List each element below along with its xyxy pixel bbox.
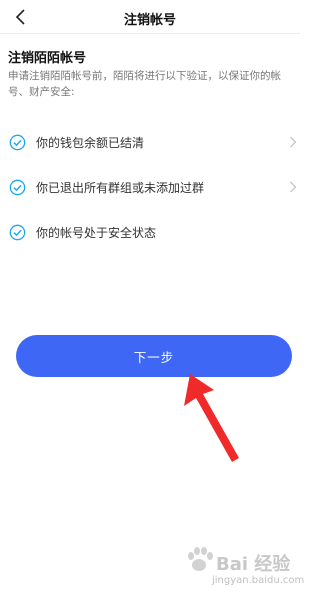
checklist-item-label: 你的钱包余额已结清 [36,135,145,150]
checklist-item-account-security: 你的帐号处于安全状态 [0,219,300,245]
checklist-item-wallet[interactable]: 你的钱包余额已结清 [0,129,300,155]
chevron-right-icon [290,181,297,193]
check-circle-icon [9,134,26,150]
checklist-item-label: 你已退出所有群组或未添加过群 [36,180,205,195]
section-title: 注销陌陌帐号 [8,51,87,66]
red-arrow-annotation [184,374,239,462]
watermark-url: jingyan.baidu.com [212,575,305,586]
chevron-right-icon [290,136,297,148]
paw-logo-icon [188,547,213,571]
section-description: 申请注销陌陌帐号前，陌陌将进行以下验证，以保证你的帐号、财产安全: [8,70,281,98]
watermark-logo-text: Bai 经验 [216,554,291,575]
page-title: 注销帐号 [123,13,176,28]
next-step-button[interactable]: 下一步 [16,335,292,377]
check-circle-icon [9,224,26,240]
top-nav-bar: 注销帐号 [0,0,300,34]
checklist-item-groups[interactable]: 你已退出所有群组或未添加过群 [0,174,300,200]
baidu-jingyan-watermark: Bai 经验 jingyan.baidu.com [178,544,304,594]
check-circle-icon [9,179,26,195]
checklist-item-label: 你的帐号处于安全状态 [36,225,157,240]
